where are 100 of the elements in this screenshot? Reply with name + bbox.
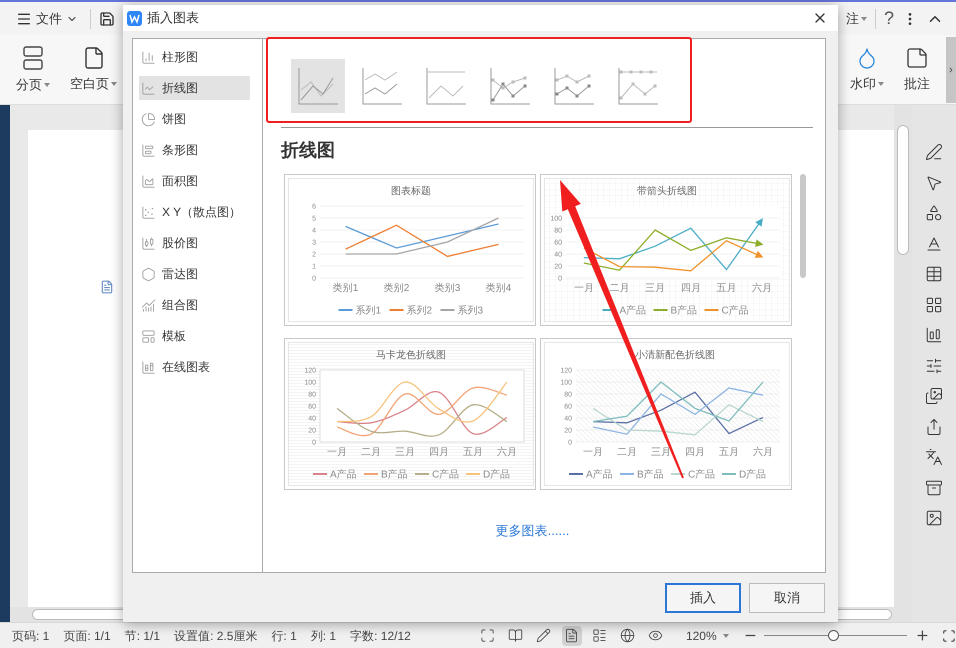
axis-tick-label: 四月 bbox=[685, 447, 705, 458]
fullscreen-icon[interactable] bbox=[942, 628, 956, 642]
image-icon[interactable] bbox=[925, 509, 943, 527]
axis-tick-label: 六月 bbox=[752, 283, 772, 294]
eye-icon bbox=[648, 628, 664, 643]
text-style-icon[interactable] bbox=[925, 234, 943, 252]
images-icon[interactable] bbox=[925, 387, 943, 405]
axis-tick-label: 一月 bbox=[574, 283, 594, 294]
chart-category-item[interactable]: X Y（散点图） bbox=[139, 200, 250, 224]
axis-tick-label: 三月 bbox=[651, 447, 671, 458]
candlestick-chart-icon bbox=[141, 236, 156, 250]
legend-label: A产品 bbox=[620, 306, 646, 316]
chart-category-item[interactable]: 条形图 bbox=[139, 138, 250, 162]
axis-tick-label: 五月 bbox=[463, 447, 483, 458]
scatter-chart-icon bbox=[141, 204, 156, 220]
status-field: 节: 1/1 bbox=[124, 626, 160, 644]
document-icon bbox=[564, 628, 580, 643]
axis-tick-label: 四月 bbox=[680, 283, 701, 294]
chart-category-item[interactable]: 雷达图 bbox=[139, 262, 250, 286]
share-icon[interactable] bbox=[925, 418, 943, 436]
chart-category-item[interactable]: 模板 bbox=[139, 324, 250, 348]
axis-tick-label: 二月 bbox=[617, 447, 637, 458]
preview-scrollbar[interactable] bbox=[800, 174, 806, 278]
legend-label: A产品 bbox=[330, 470, 357, 480]
save-icon[interactable] bbox=[99, 10, 115, 26]
legend-label: B产品 bbox=[670, 306, 698, 316]
book-icon bbox=[508, 628, 524, 643]
legend-label: A产品 bbox=[586, 470, 613, 480]
table-icon[interactable] bbox=[925, 265, 943, 283]
bar-chart-icon bbox=[141, 142, 156, 158]
archive-icon[interactable] bbox=[925, 478, 943, 496]
line-chart-icon bbox=[617, 66, 659, 106]
axis-tick-label: 一月 bbox=[583, 447, 603, 458]
pie-chart-icon bbox=[141, 112, 156, 126]
hexagon-icon bbox=[141, 266, 156, 282]
help-button[interactable]: ? bbox=[884, 5, 894, 32]
axis-tick-label: 类别4 bbox=[486, 283, 512, 294]
slider-thumb[interactable] bbox=[828, 630, 839, 641]
legend-label: B产品 bbox=[637, 470, 664, 480]
axis-tick-label: 三月 bbox=[645, 283, 666, 294]
line-chart-icon bbox=[553, 66, 595, 106]
legend-label: C产品 bbox=[688, 470, 716, 480]
app-logo-icon bbox=[127, 10, 142, 26]
axis-tick-label: 类别3 bbox=[434, 283, 460, 294]
axis-tick-label: 二月 bbox=[610, 283, 630, 294]
column-chart-icon bbox=[141, 360, 156, 374]
status-field: 字数: 12/12 bbox=[350, 626, 411, 644]
chart-category-item[interactable]: 柱形图 bbox=[139, 45, 250, 69]
insert-button[interactable]: 插入 bbox=[665, 583, 741, 613]
chart-category-item[interactable]: 折线图 bbox=[139, 76, 250, 100]
axis-tick-label: 类别1 bbox=[332, 283, 358, 294]
expand-icon bbox=[480, 628, 496, 643]
dropdown-arrow-icon bbox=[860, 16, 867, 20]
chart-title: 小清新配色折线图 bbox=[635, 350, 715, 361]
line-chart-icon bbox=[425, 66, 467, 106]
more-charts-link[interactable]: 更多图表...... bbox=[496, 521, 570, 540]
chart-title: 带箭头折线图 bbox=[637, 186, 697, 197]
chart-category-item[interactable]: 组合图 bbox=[139, 293, 250, 317]
chevron-right-icon bbox=[947, 66, 955, 74]
axis-tick-label: 一月 bbox=[327, 447, 347, 458]
axis-tick-label: 五月 bbox=[719, 447, 739, 458]
file-menu-button[interactable]: 文件 bbox=[12, 8, 82, 28]
translate-icon[interactable] bbox=[925, 448, 943, 466]
line-chart-icon bbox=[297, 66, 339, 106]
zoom-in-icon[interactable] bbox=[915, 628, 930, 643]
ribbon-button[interactable]: 批注 bbox=[900, 46, 934, 94]
ribbon-button[interactable]: 空白页 bbox=[66, 46, 121, 94]
combo-chart-icon bbox=[141, 298, 156, 312]
legend-label: C产品 bbox=[432, 470, 460, 480]
bar-chart-icon[interactable] bbox=[925, 326, 943, 344]
column-chart-icon bbox=[141, 50, 156, 64]
grid-icon[interactable] bbox=[925, 296, 943, 314]
status-field: 页面: 1/1 bbox=[63, 626, 111, 644]
sliders-icon[interactable] bbox=[925, 356, 943, 374]
chart-category-item[interactable]: 股价图 bbox=[139, 231, 250, 255]
legend-label: C产品 bbox=[722, 306, 749, 316]
line-chart-icon bbox=[141, 80, 156, 96]
line-chart-icon bbox=[361, 66, 403, 106]
pointer-icon[interactable] bbox=[925, 174, 943, 192]
chart-title: 图表标题 bbox=[391, 186, 431, 197]
shapes-icon[interactable] bbox=[925, 204, 943, 222]
toolbar-menu-button[interactable]: 注 bbox=[846, 8, 867, 28]
legend-label: 系列2 bbox=[406, 306, 432, 316]
template-icon bbox=[141, 328, 156, 344]
status-field: 列: 1 bbox=[310, 626, 336, 644]
chart-category-item[interactable]: 饼图 bbox=[139, 107, 250, 131]
view-mode-button[interactable] bbox=[562, 626, 582, 646]
chart-title: 马卡龙色折线图 bbox=[376, 350, 446, 361]
axis-tick-label: 六月 bbox=[753, 447, 773, 458]
ribbon-button[interactable]: 分页 bbox=[12, 44, 54, 94]
zoom-dropdown[interactable]: 120% bbox=[686, 626, 729, 644]
document-icon bbox=[100, 280, 114, 294]
cancel-button[interactable]: 取消 bbox=[749, 583, 825, 613]
chart-category-item[interactable]: 面积图 bbox=[139, 169, 250, 193]
legend-label: 系列3 bbox=[458, 306, 484, 316]
pen-icon[interactable] bbox=[925, 143, 943, 161]
page-break-icon bbox=[22, 44, 44, 71]
chart-category-item[interactable]: 在线图表 bbox=[139, 355, 250, 379]
zoom-slider[interactable] bbox=[764, 630, 908, 642]
ribbon-button[interactable]: 水印 bbox=[846, 46, 888, 94]
